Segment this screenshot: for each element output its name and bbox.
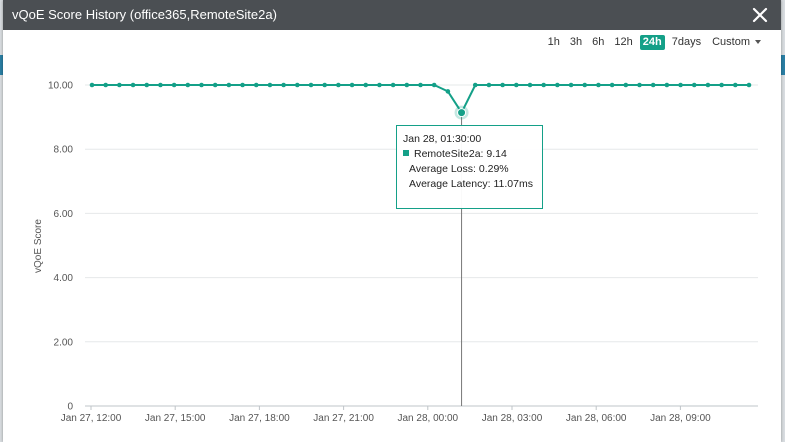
data-point bbox=[390, 82, 396, 88]
y-tick-label: 8.00 bbox=[54, 145, 74, 156]
x-tick-label: Jan 27, 18:00 bbox=[229, 413, 290, 424]
data-point bbox=[637, 82, 642, 88]
data-point bbox=[363, 82, 369, 88]
x-tick-label: Jan 28, 06:00 bbox=[566, 413, 627, 424]
data-point bbox=[527, 82, 533, 88]
tooltip-time: Jan 28, 01:30:00 bbox=[403, 133, 482, 145]
data-point bbox=[349, 82, 355, 88]
data-point bbox=[609, 82, 615, 88]
data-point bbox=[445, 89, 451, 94]
data-point bbox=[705, 82, 711, 88]
data-point bbox=[418, 82, 423, 88]
tooltip-latency: Average Latency: 11.07ms bbox=[409, 178, 533, 190]
x-tick-label: Jan 28, 09:00 bbox=[650, 413, 711, 424]
data-point bbox=[117, 82, 122, 88]
chart-tooltip: Jan 28, 01:30:00 RemoteSite2a: 9.14 Aver… bbox=[396, 125, 543, 209]
data-point bbox=[623, 82, 629, 88]
x-tick-label: Jan 27, 12:00 bbox=[61, 413, 122, 424]
data-point-highlighted bbox=[457, 108, 467, 118]
data-point bbox=[486, 82, 492, 88]
y-tick-label: 6.00 bbox=[54, 209, 74, 220]
y-tick-label: 0 bbox=[67, 402, 73, 413]
data-point bbox=[719, 82, 724, 88]
data-point bbox=[130, 82, 136, 88]
x-tick-label: Jan 28, 03:00 bbox=[482, 413, 543, 424]
data-point bbox=[664, 82, 670, 88]
score-line-chart[interactable]: 0 2.00 4.00 6.00 8.00 10.00 vQoE Score Jan 27, … bbox=[3, 0, 781, 442]
data-point bbox=[199, 82, 204, 88]
x-tick-label: Jan 27, 15:00 bbox=[145, 413, 206, 424]
tooltip-series-value: RemoteSite2a: 9.14 bbox=[414, 148, 507, 160]
y-tick-label: 4.00 bbox=[54, 273, 74, 284]
data-point bbox=[568, 82, 574, 88]
data-point bbox=[650, 82, 656, 88]
data-point bbox=[541, 82, 546, 88]
x-tick-label: Jan 28, 00:00 bbox=[397, 413, 458, 424]
data-point bbox=[555, 82, 560, 88]
y-tick-label: 2.00 bbox=[54, 337, 74, 348]
y-tick-label: 10.00 bbox=[48, 81, 73, 92]
data-point bbox=[158, 82, 163, 88]
background-page bbox=[781, 55, 785, 75]
data-point bbox=[240, 82, 245, 88]
data-point bbox=[281, 82, 286, 88]
y-axis-title: vQoE Score bbox=[33, 219, 44, 273]
data-point bbox=[295, 82, 300, 88]
data-point bbox=[336, 82, 341, 88]
data-point bbox=[226, 82, 232, 88]
data-point bbox=[582, 82, 588, 88]
data-point bbox=[514, 82, 519, 88]
data-point bbox=[746, 82, 752, 88]
data-point bbox=[185, 82, 191, 88]
data-point bbox=[144, 82, 150, 88]
tooltip-loss: Average Loss: 0.29% bbox=[409, 163, 509, 175]
data-point bbox=[377, 82, 382, 88]
data-point bbox=[596, 82, 601, 88]
data-point bbox=[691, 82, 697, 88]
data-point bbox=[253, 82, 259, 88]
data-point bbox=[212, 82, 218, 88]
data-point bbox=[431, 82, 437, 88]
series-line bbox=[92, 84, 749, 114]
data-point bbox=[171, 82, 177, 88]
series-swatch bbox=[403, 150, 409, 156]
data-point bbox=[733, 82, 738, 88]
data-point bbox=[500, 82, 505, 88]
x-tick-label: Jan 27, 21:00 bbox=[313, 413, 374, 424]
data-point bbox=[267, 82, 273, 88]
data-point bbox=[308, 82, 314, 88]
data-point bbox=[322, 82, 327, 88]
score-history-modal: vQoE Score History (office365,RemoteSite… bbox=[3, 0, 781, 442]
tooltip-series: RemoteSite2a: 9.14 bbox=[403, 147, 542, 162]
data-point bbox=[404, 82, 410, 88]
data-point bbox=[89, 82, 95, 88]
data-point bbox=[472, 82, 478, 88]
data-point bbox=[103, 82, 108, 88]
data-point bbox=[678, 82, 683, 88]
